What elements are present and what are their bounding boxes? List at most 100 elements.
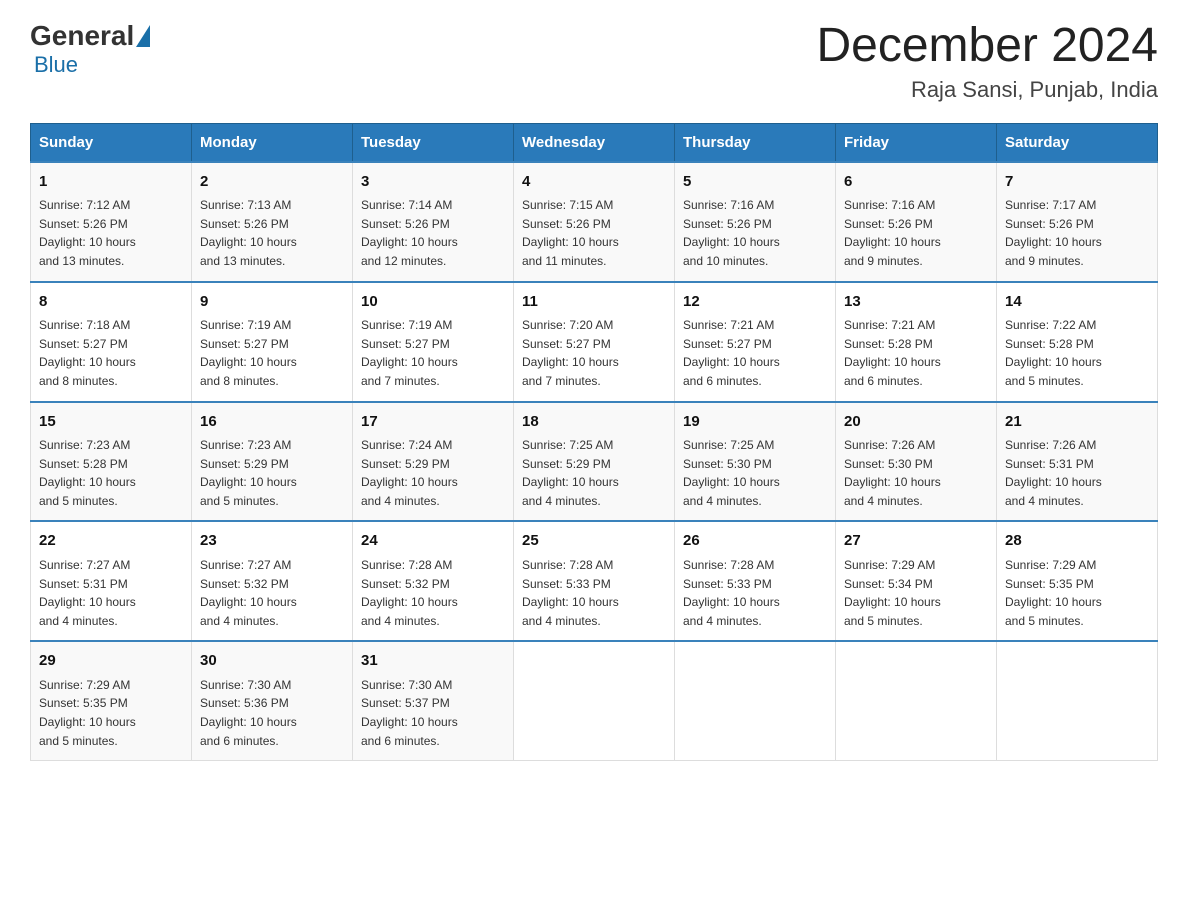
calendar-cell: 9Sunrise: 7:19 AMSunset: 5:27 PMDaylight…	[192, 282, 353, 402]
day-info: Sunrise: 7:30 AMSunset: 5:36 PMDaylight:…	[200, 676, 344, 750]
day-info: Sunrise: 7:20 AMSunset: 5:27 PMDaylight:…	[522, 316, 666, 390]
day-number: 27	[844, 530, 988, 553]
day-number: 7	[1005, 171, 1149, 194]
day-number: 4	[522, 171, 666, 194]
header: General Blue December 2024 Raja Sansi, P…	[30, 20, 1158, 103]
day-number: 31	[361, 650, 505, 673]
day-info: Sunrise: 7:21 AMSunset: 5:27 PMDaylight:…	[683, 316, 827, 390]
day-info: Sunrise: 7:29 AMSunset: 5:35 PMDaylight:…	[1005, 556, 1149, 630]
calendar-cell: 16Sunrise: 7:23 AMSunset: 5:29 PMDayligh…	[192, 402, 353, 522]
day-number: 18	[522, 411, 666, 434]
calendar-week-row: 8Sunrise: 7:18 AMSunset: 5:27 PMDaylight…	[31, 282, 1158, 402]
calendar-cell: 15Sunrise: 7:23 AMSunset: 5:28 PMDayligh…	[31, 402, 192, 522]
calendar-cell: 22 Sunrise: 7:27 AMSunset: 5:31 PMDayligh…	[31, 521, 192, 641]
logo-triangle-icon	[136, 25, 150, 47]
day-info: Sunrise: 7:28 AMSunset: 5:32 PMDaylight:…	[361, 556, 505, 630]
day-info: Sunrise: 7:28 AMSunset: 5:33 PMDaylight:…	[683, 556, 827, 630]
weekday-header-saturday: Saturday	[997, 123, 1158, 162]
calendar-cell: 3Sunrise: 7:14 AMSunset: 5:26 PMDaylight…	[353, 162, 514, 282]
day-number: 17	[361, 411, 505, 434]
day-info: Sunrise: 7:23 AMSunset: 5:28 PMDaylight:…	[39, 436, 183, 510]
day-number: 21	[1005, 411, 1149, 434]
calendar-cell: 14Sunrise: 7:22 AMSunset: 5:28 PMDayligh…	[997, 282, 1158, 402]
calendar-cell: 6Sunrise: 7:16 AMSunset: 5:26 PMDaylight…	[836, 162, 997, 282]
day-number: 13	[844, 291, 988, 314]
day-info: Sunrise: 7:13 AMSunset: 5:26 PMDaylight:…	[200, 196, 344, 270]
calendar-header: SundayMondayTuesdayWednesdayThursdayFrid…	[31, 123, 1158, 162]
calendar-cell: 8Sunrise: 7:18 AMSunset: 5:27 PMDaylight…	[31, 282, 192, 402]
day-info: Sunrise: 7:17 AMSunset: 5:26 PMDaylight:…	[1005, 196, 1149, 270]
location-title: Raja Sansi, Punjab, India	[816, 77, 1158, 103]
month-title: December 2024	[816, 20, 1158, 73]
logo-text: General	[30, 20, 152, 52]
calendar-cell: 11Sunrise: 7:20 AMSunset: 5:27 PMDayligh…	[514, 282, 675, 402]
calendar-week-row: 22 Sunrise: 7:27 AMSunset: 5:31 PMDayligh…	[31, 521, 1158, 641]
calendar-week-row: 1Sunrise: 7:12 AMSunset: 5:26 PMDaylight…	[31, 162, 1158, 282]
logo-blue: Blue	[34, 52, 78, 77]
calendar-cell: 20Sunrise: 7:26 AMSunset: 5:30 PMDayligh…	[836, 402, 997, 522]
day-info: Sunrise: 7:25 AMSunset: 5:30 PMDaylight:…	[683, 436, 827, 510]
day-info: Sunrise: 7:27 AMSunset: 5:32 PMDaylight:…	[200, 556, 344, 630]
day-info: Sunrise: 7:29 AMSunset: 5:35 PMDaylight:…	[39, 676, 183, 750]
logo-general: General	[30, 20, 134, 52]
day-number: 1	[39, 171, 183, 194]
day-number: 3	[361, 171, 505, 194]
calendar-cell: 26 Sunrise: 7:28 AMSunset: 5:33 PMDayligh…	[675, 521, 836, 641]
calendar-cell: 2Sunrise: 7:13 AMSunset: 5:26 PMDaylight…	[192, 162, 353, 282]
day-info: Sunrise: 7:19 AMSunset: 5:27 PMDaylight:…	[361, 316, 505, 390]
calendar-week-row: 15Sunrise: 7:23 AMSunset: 5:28 PMDayligh…	[31, 402, 1158, 522]
day-number: 22	[39, 530, 183, 553]
day-number: 2	[200, 171, 344, 194]
day-number: 29	[39, 650, 183, 673]
day-info: Sunrise: 7:16 AMSunset: 5:26 PMDaylight:…	[844, 196, 988, 270]
calendar-cell: 29 Sunrise: 7:29 AMSunset: 5:35 PMDayligh…	[31, 641, 192, 760]
calendar-cell: 17Sunrise: 7:24 AMSunset: 5:29 PMDayligh…	[353, 402, 514, 522]
day-info: Sunrise: 7:30 AMSunset: 5:37 PMDaylight:…	[361, 676, 505, 750]
day-number: 14	[1005, 291, 1149, 314]
calendar-cell: 1Sunrise: 7:12 AMSunset: 5:26 PMDaylight…	[31, 162, 192, 282]
calendar-cell: 25Sunrise: 7:28 AMSunset: 5:33 PMDayligh…	[514, 521, 675, 641]
day-number: 9	[200, 291, 344, 314]
weekday-header-wednesday: Wednesday	[514, 123, 675, 162]
day-info: Sunrise: 7:26 AMSunset: 5:31 PMDaylight:…	[1005, 436, 1149, 510]
day-info: Sunrise: 7:25 AMSunset: 5:29 PMDaylight:…	[522, 436, 666, 510]
day-info: Sunrise: 7:26 AMSunset: 5:30 PMDaylight:…	[844, 436, 988, 510]
calendar-cell: 30Sunrise: 7:30 AMSunset: 5:36 PMDayligh…	[192, 641, 353, 760]
weekday-header-thursday: Thursday	[675, 123, 836, 162]
calendar-cell: 24 Sunrise: 7:28 AMSunset: 5:32 PMDayligh…	[353, 521, 514, 641]
calendar-week-row: 29 Sunrise: 7:29 AMSunset: 5:35 PMDayligh…	[31, 641, 1158, 760]
day-info: Sunrise: 7:19 AMSunset: 5:27 PMDaylight:…	[200, 316, 344, 390]
day-info: Sunrise: 7:16 AMSunset: 5:26 PMDaylight:…	[683, 196, 827, 270]
day-number: 19	[683, 411, 827, 434]
calendar-cell	[997, 641, 1158, 760]
calendar-cell	[836, 641, 997, 760]
calendar-cell	[514, 641, 675, 760]
day-number: 28	[1005, 530, 1149, 553]
day-number: 20	[844, 411, 988, 434]
day-number: 5	[683, 171, 827, 194]
day-info: Sunrise: 7:24 AMSunset: 5:29 PMDaylight:…	[361, 436, 505, 510]
day-info: Sunrise: 7:27 AMSunset: 5:31 PMDaylight:…	[39, 556, 183, 630]
day-number: 6	[844, 171, 988, 194]
calendar-cell: 18Sunrise: 7:25 AMSunset: 5:29 PMDayligh…	[514, 402, 675, 522]
calendar-cell: 19Sunrise: 7:25 AMSunset: 5:30 PMDayligh…	[675, 402, 836, 522]
day-number: 24	[361, 530, 505, 553]
day-number: 23	[200, 530, 344, 553]
calendar-cell: 10Sunrise: 7:19 AMSunset: 5:27 PMDayligh…	[353, 282, 514, 402]
day-number: 26	[683, 530, 827, 553]
day-number: 16	[200, 411, 344, 434]
day-number: 10	[361, 291, 505, 314]
calendar-cell	[675, 641, 836, 760]
day-number: 25	[522, 530, 666, 553]
calendar-cell: 21Sunrise: 7:26 AMSunset: 5:31 PMDayligh…	[997, 402, 1158, 522]
calendar-cell: 27Sunrise: 7:29 AMSunset: 5:34 PMDayligh…	[836, 521, 997, 641]
calendar-cell: 7Sunrise: 7:17 AMSunset: 5:26 PMDaylight…	[997, 162, 1158, 282]
day-info: Sunrise: 7:14 AMSunset: 5:26 PMDaylight:…	[361, 196, 505, 270]
logo: General Blue	[30, 20, 152, 78]
calendar-cell: 23 Sunrise: 7:27 AMSunset: 5:32 PMDayligh…	[192, 521, 353, 641]
calendar-cell: 13Sunrise: 7:21 AMSunset: 5:28 PMDayligh…	[836, 282, 997, 402]
weekday-header-friday: Friday	[836, 123, 997, 162]
calendar-body: 1Sunrise: 7:12 AMSunset: 5:26 PMDaylight…	[31, 162, 1158, 761]
weekday-header-monday: Monday	[192, 123, 353, 162]
day-info: Sunrise: 7:22 AMSunset: 5:28 PMDaylight:…	[1005, 316, 1149, 390]
